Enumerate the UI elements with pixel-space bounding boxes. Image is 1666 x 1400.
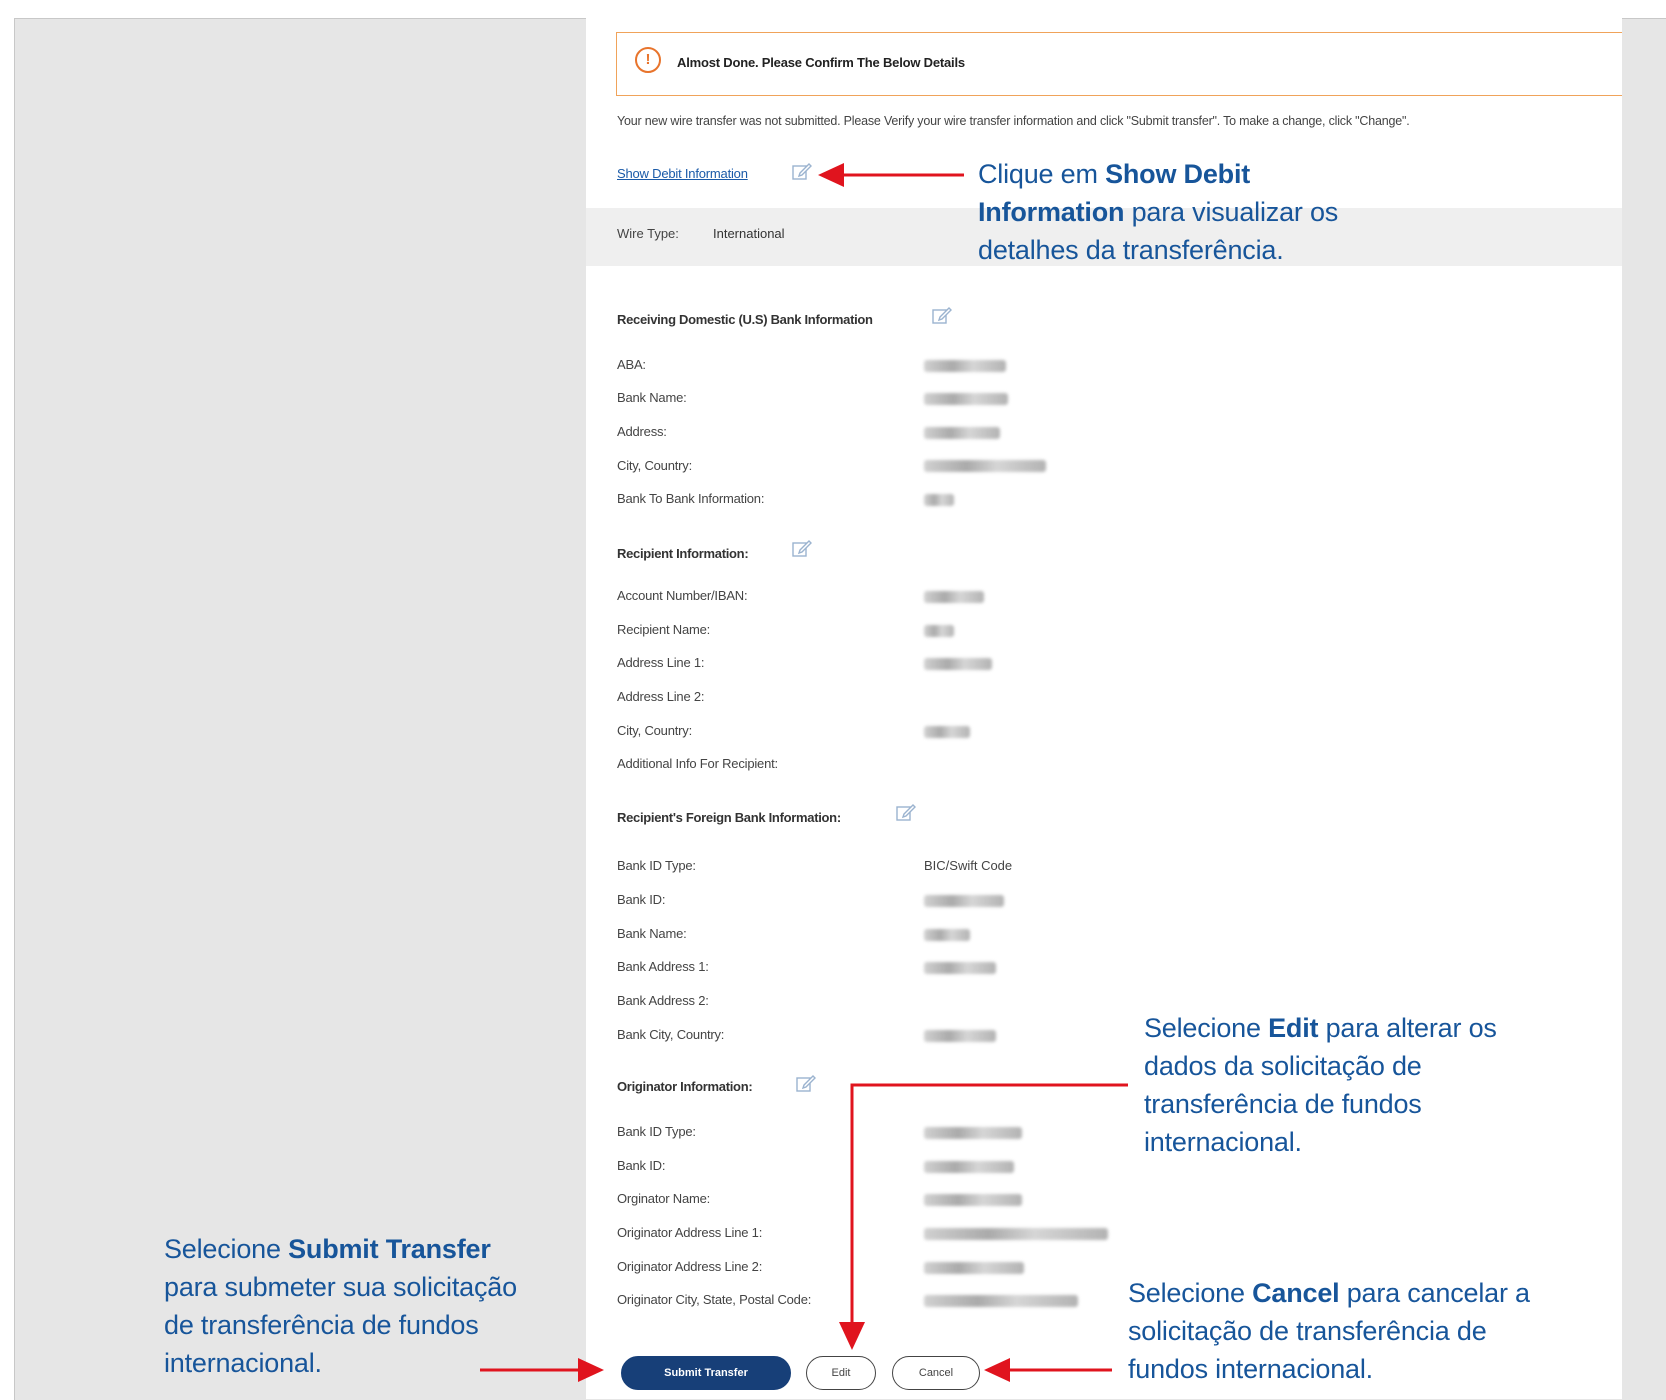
annotation-arrows [480,163,1128,1382]
arrow-head [818,163,844,187]
arrow-head [984,1358,1010,1382]
arrow-head [839,1322,865,1350]
arrow-head [578,1358,604,1382]
arrow-to-edit [850,1083,1128,1326]
